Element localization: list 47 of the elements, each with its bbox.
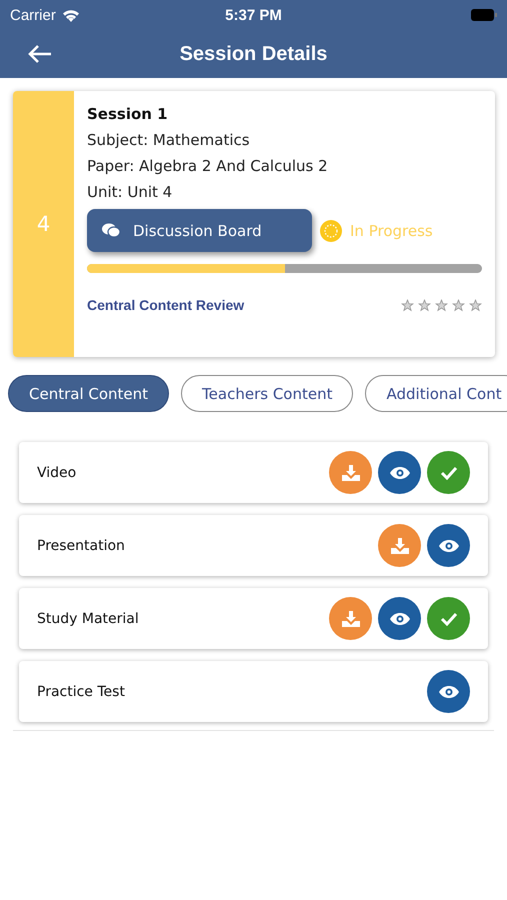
content-item-label: Study Material [37, 610, 140, 626]
content-item-label: Video [37, 464, 78, 480]
content-item-card[interactable]: Practice Test [19, 661, 488, 722]
session-number: 4 [36, 212, 50, 236]
clock-time: 5:37 PM [225, 6, 282, 24]
screen-title: Session Details [178, 42, 328, 66]
eye-icon [388, 466, 410, 480]
check-icon [440, 612, 458, 626]
content-item-card[interactable]: Study Material [19, 588, 488, 649]
discussion-board-button[interactable]: Discussion Board [87, 209, 312, 252]
content-tab[interactable]: Additional Cont [365, 375, 507, 412]
eye-icon [438, 538, 460, 552]
back-arrow-icon[interactable] [28, 45, 52, 63]
progress-spinner-icon [320, 220, 342, 242]
battery-icon [470, 9, 497, 21]
star-icon [452, 298, 465, 312]
wifi-icon [62, 8, 80, 22]
session-title: Session 1 [87, 105, 169, 123]
star-icon [418, 298, 431, 312]
review-link[interactable]: Central Content Review [87, 297, 244, 313]
download-icon [340, 464, 360, 482]
content-tab[interactable]: Teachers Content [181, 375, 354, 412]
download-icon [390, 536, 410, 554]
eye-icon [388, 612, 410, 626]
view-button[interactable] [378, 597, 421, 640]
check-icon [440, 466, 458, 480]
content-item-label: Presentation [37, 538, 126, 554]
content-item-label: Practice Test [37, 684, 126, 700]
session-detail: Subject: Mathematics [87, 131, 251, 149]
content-item-card[interactable]: Presentation [19, 515, 488, 576]
completed-button[interactable] [427, 451, 470, 494]
download-icon [340, 610, 360, 628]
session-detail: Paper: Algebra 2 And Calculus 2 [87, 157, 329, 175]
view-button[interactable] [427, 670, 470, 713]
chat-bubbles-icon [101, 222, 121, 239]
content-item-card[interactable]: Video [19, 442, 488, 503]
carrier-label: Carrier [10, 6, 56, 24]
completed-button[interactable] [427, 597, 470, 640]
session-detail: Unit: Unit 4 [87, 183, 174, 201]
star-icon [401, 298, 414, 312]
view-button[interactable] [427, 524, 470, 567]
star-icon [435, 298, 448, 312]
view-button[interactable] [378, 451, 421, 494]
star-icon [469, 298, 482, 312]
content-tab[interactable]: Central Content [8, 375, 170, 412]
status-label: In Progress [350, 222, 433, 240]
eye-icon [438, 684, 460, 698]
